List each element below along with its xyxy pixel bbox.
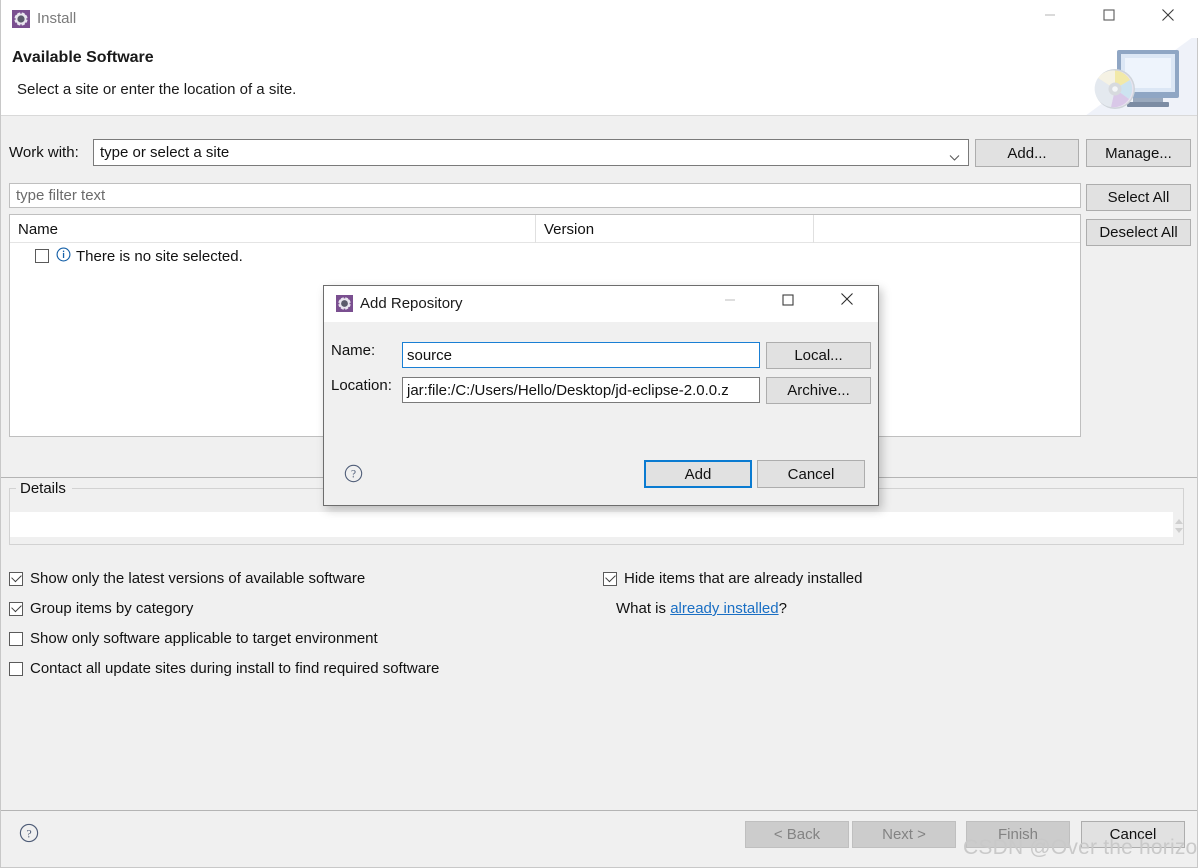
work-with-combo-text: type or select a site [100,144,230,161]
info-icon [56,247,71,266]
close-button[interactable] [1145,0,1191,30]
back-button[interactable]: < Back [745,821,849,848]
what-is-prefix: What is [616,600,671,617]
checkbox-latest-versions[interactable] [9,571,23,586]
what-is-suffix: ? [778,600,787,617]
filter-input[interactable]: type filter text [9,183,1081,208]
option-label: Group items by category [30,600,194,617]
column-header-version[interactable]: Version [535,215,813,243]
next-button[interactable]: Next > [852,821,956,848]
maximize-button[interactable] [1086,0,1132,30]
add-repository-dialog: Add Repository Name: source Local... Loc… [323,285,879,506]
help-icon[interactable]: ? [344,464,363,483]
close-icon [840,292,854,311]
work-with-label: Work with: [9,144,79,161]
add-site-button[interactable]: Add... [975,139,1079,167]
chevron-down-icon [949,149,960,167]
option-label: Hide items that are already installed [624,570,863,587]
checkbox-contact-sites[interactable] [9,661,23,676]
minimize-icon [724,293,736,311]
dialog-cancel-button[interactable]: Cancel [757,460,865,488]
option-label: Contact all update sites during install … [30,660,440,677]
filter-placeholder: type filter text [16,187,106,204]
spinner-updown-icon[interactable] [1172,516,1186,536]
local-button[interactable]: Local... [766,342,871,369]
select-all-button[interactable]: Select All [1086,184,1191,211]
checkbox-target-env[interactable] [9,631,23,646]
page-title: Available Software [12,49,154,66]
manage-sites-button[interactable]: Manage... [1086,139,1191,167]
page-subtitle: Select a site or enter the location of a… [17,81,297,98]
repo-name-input[interactable]: source [402,342,760,368]
table-row[interactable]: There is no site selected. [10,243,243,269]
already-installed-link[interactable]: already installed [670,600,778,617]
option-label: Show only the latest versions of availab… [30,570,366,587]
dialog-minimize-button[interactable] [707,286,753,317]
cancel-button[interactable]: Cancel [1081,821,1185,848]
window-title: Install [37,10,77,27]
archive-button[interactable]: Archive... [766,377,871,404]
eclipse-install-icon [12,10,30,28]
deselect-all-button[interactable]: Deselect All [1086,219,1191,246]
svg-text:?: ? [351,469,356,481]
dialog-close-button[interactable] [824,286,870,317]
repo-name-label: Name: [331,342,376,359]
monitor-cd-icon [1085,38,1197,115]
option-contact-sites[interactable]: Contact all update sites during install … [9,660,439,677]
option-latest-versions[interactable]: Show only the latest versions of availab… [9,570,365,587]
dialog-maximize-button[interactable] [765,286,811,317]
minimize-button[interactable] [1027,0,1073,30]
minimize-icon [1044,9,1056,21]
svg-text:?: ? [26,826,31,840]
repo-location-label: Location: [331,377,392,394]
wizard-header: Available Software Select a site or ente… [1,38,1197,116]
work-with-combo[interactable]: type or select a site [93,139,969,166]
install-wizard-window: Install Available Software Select a site… [0,0,1198,868]
dialog-title: Add Repository [360,295,463,312]
what-is-installed-text: What is already installed? [616,600,787,617]
window-titlebar: Install [1,0,1198,38]
dialog-titlebar: Add Repository [324,286,878,322]
help-icon[interactable]: ? [19,823,39,843]
column-header-name[interactable]: Name [10,215,535,243]
checkbox-group-by-category[interactable] [9,601,23,616]
column-header-extra[interactable] [813,215,1081,243]
row-checkbox[interactable] [35,249,49,263]
eclipse-install-icon [336,295,353,312]
close-icon [1161,8,1175,22]
dialog-add-button[interactable]: Add [644,460,752,488]
option-hide-installed[interactable]: Hide items that are already installed [603,570,862,587]
maximize-icon [782,293,794,311]
finish-button[interactable]: Finish [966,821,1070,848]
option-label: Show only software applicable to target … [30,630,378,647]
row-name: There is no site selected. [76,247,243,265]
checkbox-hide-installed[interactable] [603,571,617,586]
maximize-icon [1103,9,1115,21]
details-text [10,512,1173,537]
details-legend: Details [16,480,70,497]
option-target-env[interactable]: Show only software applicable to target … [9,630,378,647]
table-header: Name Version [10,215,1080,243]
repo-location-input[interactable]: jar:file:/C:/Users/Hello/Desktop/jd-ecli… [402,377,760,403]
option-group-by-category[interactable]: Group items by category [9,600,193,617]
